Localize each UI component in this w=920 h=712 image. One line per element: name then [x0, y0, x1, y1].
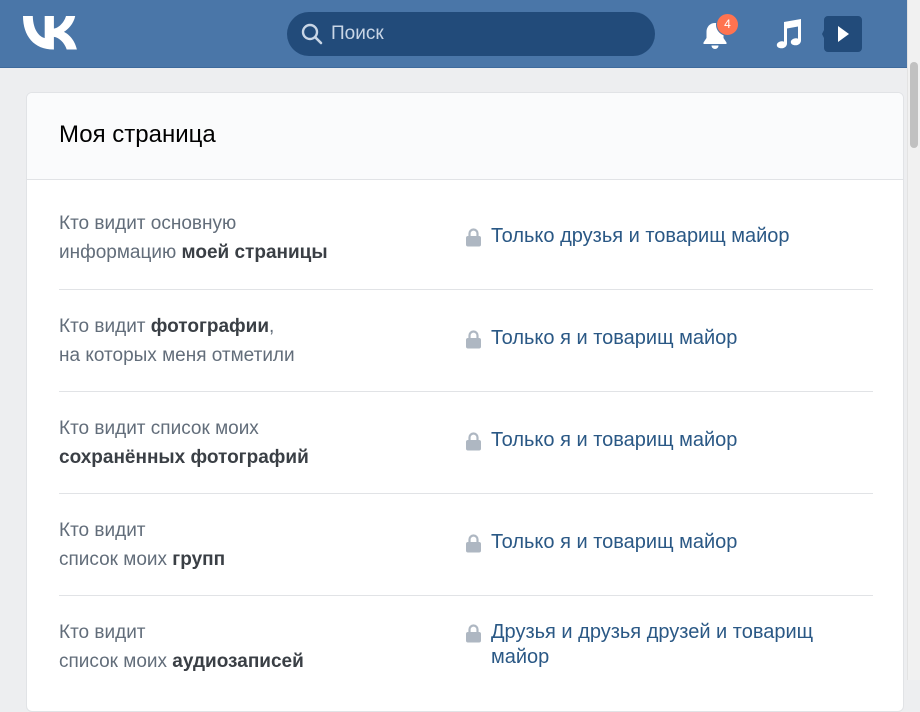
setting-row-saved-photos: Кто видит список моих сохранённых фотогр…	[59, 392, 873, 494]
setting-value-link[interactable]: Только друзья и товарищ майор	[465, 224, 865, 252]
lock-icon	[466, 432, 481, 451]
lock-icon	[466, 228, 481, 247]
setting-value-link[interactable]: Друзья и друзья друзей и товарищ майор	[465, 620, 865, 674]
card-header: Моя страница	[27, 93, 903, 180]
setting-value-link[interactable]: Только я и товарищ майор	[465, 428, 865, 456]
notification-badge: 4	[716, 13, 739, 36]
setting-label: Кто видит список моих сохранённых фотогр…	[59, 418, 309, 468]
page-scrollbar[interactable]	[907, 0, 920, 680]
setting-value-text[interactable]: Только друзья и товарищ майор	[491, 224, 861, 249]
search-icon	[301, 23, 323, 45]
setting-row-basic-info: Кто видит основную информацию моей стран…	[59, 179, 873, 290]
lock-icon	[466, 534, 481, 553]
setting-value-link[interactable]: Только я и товарищ майор	[465, 530, 865, 558]
setting-value-text[interactable]: Только я и товарищ майор	[491, 530, 861, 555]
scrollbar-thumb[interactable]	[910, 62, 918, 148]
setting-row-groups: Кто видит список моих групп Только я и т…	[59, 494, 873, 596]
vk-logo-icon[interactable]	[22, 16, 78, 50]
setting-value-text[interactable]: Друзья и друзья друзей и товарищ майор	[491, 620, 861, 670]
lock-icon	[466, 624, 481, 643]
setting-label: Кто видит список моих аудиозаписей	[59, 622, 304, 672]
search-input[interactable]	[331, 12, 641, 56]
search-bar[interactable]	[287, 12, 655, 56]
setting-value-text[interactable]: Только я и товарищ майор	[491, 326, 861, 351]
video-icon[interactable]	[822, 16, 862, 52]
top-header: 4	[0, 0, 907, 68]
setting-value-link[interactable]: Только я и товарищ майор	[465, 326, 865, 354]
setting-row-tagged-photos: Кто видит фотографии, на которых меня от…	[59, 290, 873, 392]
setting-value-text[interactable]: Только я и товарищ майор	[491, 428, 861, 453]
music-icon[interactable]	[775, 18, 803, 50]
lock-icon	[466, 330, 481, 349]
privacy-settings-card: Моя страница Кто видит основную информац…	[26, 92, 904, 712]
setting-label: Кто видит список моих групп	[59, 520, 226, 570]
page-title: Моя страница	[59, 121, 216, 148]
setting-label: Кто видит фотографии, на которых меня от…	[59, 316, 295, 366]
setting-row-audio: Кто видит список моих аудиозаписей Друзь…	[59, 596, 873, 711]
setting-label: Кто видит основную информацию моей стран…	[59, 213, 328, 263]
